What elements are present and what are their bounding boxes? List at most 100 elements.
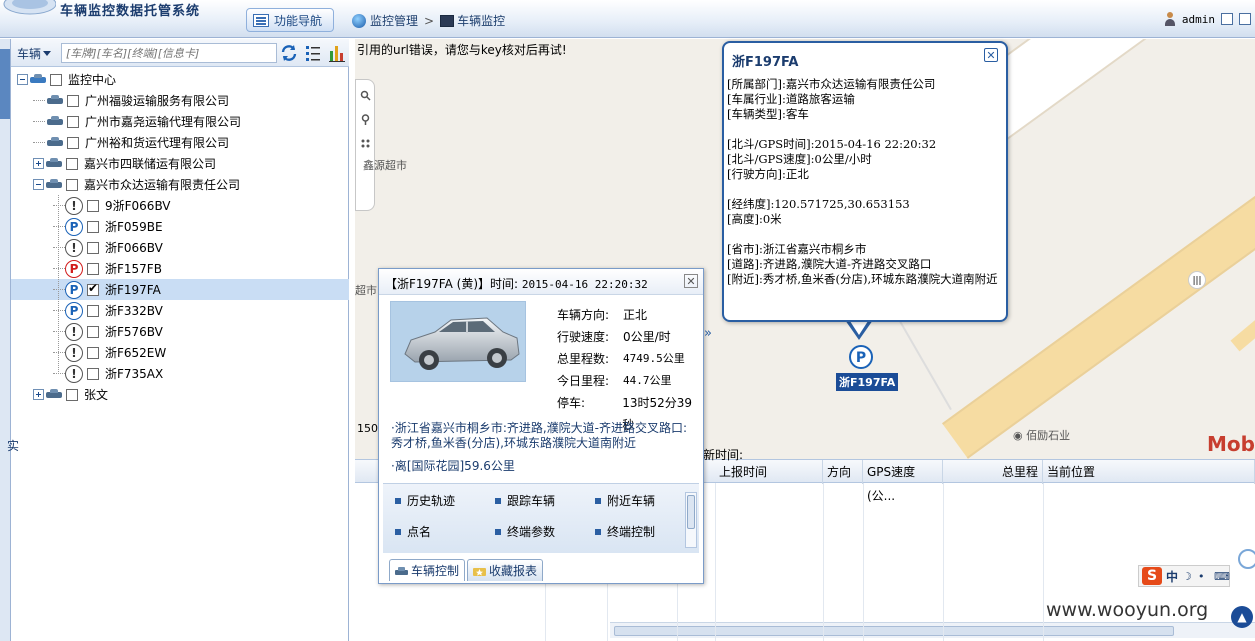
tree-checkbox[interactable] bbox=[66, 388, 78, 401]
tree-checkbox[interactable] bbox=[87, 220, 99, 233]
tree-node-label: 广州市嘉尧运输代理有限公司 bbox=[85, 115, 242, 129]
tree-checkbox[interactable] bbox=[87, 346, 99, 359]
tree-node-vehicle[interactable]: ! 浙F066BV bbox=[11, 237, 349, 258]
app-title: 车辆监控数据托管系统 bbox=[60, 4, 201, 19]
grid-column-header[interactable]: 总里程 bbox=[943, 460, 1043, 484]
tree-node-vehicle[interactable]: P 浙F059BE bbox=[11, 216, 349, 237]
map-toolbar bbox=[355, 79, 375, 211]
tree-node-label: 浙F735AX bbox=[105, 367, 164, 381]
tree-checkbox[interactable] bbox=[67, 94, 79, 107]
breadcrumb-item-vehicle-monitor[interactable]: 车辆监控 bbox=[457, 12, 505, 29]
chevron-right-icon[interactable]: » bbox=[704, 326, 712, 341]
tree-checkbox[interactable] bbox=[50, 73, 62, 86]
tab-vehicle-control[interactable]: 车辆控制 bbox=[389, 559, 466, 581]
tree-checkbox[interactable] bbox=[87, 241, 99, 254]
moon-icon[interactable]: ☽ bbox=[1182, 570, 1194, 583]
location-pin-icon[interactable] bbox=[360, 114, 371, 125]
tree-checkbox[interactable] bbox=[66, 178, 78, 191]
map-poi-icon[interactable]: ǀǀǀ bbox=[1188, 271, 1206, 289]
breadcrumb-item-monitor-management[interactable]: 监控管理 bbox=[370, 12, 418, 29]
expand-toggle-icon[interactable] bbox=[33, 389, 44, 400]
tree-node-company[interactable]: 广州福骏运输服务有限公司 bbox=[11, 90, 349, 111]
window-maximize-button[interactable] bbox=[1239, 13, 1251, 25]
tree-checkbox[interactable] bbox=[87, 199, 99, 212]
tree-checkbox[interactable] bbox=[87, 367, 99, 380]
action-link[interactable]: 历史轨迹 bbox=[395, 492, 455, 509]
tree-node-vehicle[interactable]: P 浙F157FB bbox=[11, 258, 349, 279]
tree-checkbox[interactable] bbox=[66, 157, 78, 170]
info-line: [附近]:秀才桥,鱼米香(分店),环城东路濮院大道南附近 bbox=[727, 272, 998, 286]
list-view-icon[interactable] bbox=[303, 43, 323, 63]
expand-toggle-icon[interactable] bbox=[33, 158, 44, 169]
grid-column-header[interactable]: 当前位置 bbox=[1043, 460, 1255, 484]
tree-node-company[interactable]: 张文 bbox=[11, 384, 349, 405]
tree-node-vehicle[interactable]: ! 浙F652EW bbox=[11, 342, 349, 363]
keyboard-icon[interactable]: ⌨ bbox=[1214, 570, 1230, 583]
zoom-search-icon[interactable] bbox=[360, 90, 371, 101]
action-panel-scrollbar[interactable] bbox=[685, 492, 697, 548]
tree-node-company[interactable]: 广州裕和货运代理有限公司 bbox=[11, 132, 349, 153]
action-link[interactable]: 附近车辆 bbox=[595, 492, 655, 509]
grid-dots-icon[interactable] bbox=[360, 138, 371, 149]
scroll-top-ring-icon[interactable] bbox=[1238, 549, 1255, 569]
refresh-icon[interactable] bbox=[279, 43, 299, 63]
breadcrumb-separator-icon: > bbox=[424, 13, 435, 28]
breadcrumb: 监控管理 > 车辆监控 bbox=[352, 12, 505, 29]
tree-checkbox[interactable] bbox=[87, 262, 99, 275]
tree-node-vehicle[interactable]: P 浙F197FA bbox=[11, 279, 349, 300]
scrollbar-thumb[interactable] bbox=[687, 495, 695, 529]
close-icon[interactable]: ✕ bbox=[984, 48, 998, 62]
vehicle-marker-label[interactable]: 浙F197FA bbox=[836, 373, 899, 391]
username[interactable]: admin bbox=[1182, 13, 1215, 26]
search-input[interactable] bbox=[61, 43, 277, 63]
action-link[interactable]: 点名 bbox=[395, 523, 431, 540]
collapse-toggle-icon[interactable] bbox=[33, 179, 44, 190]
stat-key: 行驶速度: bbox=[557, 330, 610, 344]
grid-column-divider bbox=[943, 483, 944, 641]
tree-checkbox[interactable] bbox=[87, 304, 99, 317]
stat-row: 行驶速度: 0公里/时 bbox=[557, 326, 703, 348]
function-nav-tab[interactable]: 功能导航 bbox=[246, 8, 334, 32]
search-type-select[interactable]: 车辆 bbox=[17, 44, 67, 62]
car-photo-image bbox=[390, 301, 526, 382]
grid-column-header[interactable]: 方向 bbox=[823, 460, 863, 484]
ime-language[interactable]: 中 bbox=[1166, 568, 1178, 585]
grid-column-header[interactable]: 上报时间 bbox=[715, 460, 823, 484]
tree-node-vehicle[interactable]: P 浙F332BV bbox=[11, 300, 349, 321]
tab-favorite-reports[interactable]: 收藏报表 bbox=[467, 559, 544, 581]
close-icon[interactable]: ✕ bbox=[684, 274, 698, 288]
stat-key: 车辆方向: bbox=[557, 308, 610, 322]
grid-column-header[interactable]: GPS速度(公... bbox=[863, 460, 943, 503]
tree-node-vehicle[interactable]: ! 9浙F066BV bbox=[11, 195, 349, 216]
company-vehicle-icon bbox=[47, 95, 63, 106]
tree-node-company[interactable]: 嘉兴市众达运输有限责任公司 bbox=[11, 174, 349, 195]
tree-checkbox[interactable] bbox=[67, 136, 79, 149]
vertical-tab-active[interactable] bbox=[0, 49, 10, 119]
tree-node-vehicle[interactable]: ! 浙F735AX bbox=[11, 363, 349, 384]
window-restore-button[interactable] bbox=[1221, 13, 1233, 25]
info-line: [经纬度]:120.571725,30.653153 bbox=[727, 197, 910, 211]
vehicle-marker-icon[interactable]: P bbox=[848, 344, 874, 370]
action-link[interactable]: 终端控制 bbox=[595, 523, 655, 540]
parked-red-status-icon: P bbox=[65, 259, 83, 278]
tree-checkbox[interactable] bbox=[87, 281, 99, 296]
tree-node-company[interactable]: 广州市嘉尧运输代理有限公司 bbox=[11, 111, 349, 132]
action-link[interactable]: 跟踪车辆 bbox=[495, 492, 555, 509]
tree-checkbox[interactable] bbox=[67, 115, 79, 128]
info-line: [北斗/GPS时间]:2015-04-16 22:20:32 bbox=[727, 137, 937, 151]
tree-node-company[interactable]: 嘉兴市四联储运有限公司 bbox=[11, 153, 349, 174]
stat-row: 车辆方向: 正北 bbox=[557, 304, 703, 326]
collapse-toggle-icon[interactable] bbox=[17, 74, 28, 85]
tree-node-vehicle[interactable]: ! 浙F576BV bbox=[11, 321, 349, 342]
tree-node-root[interactable]: 监控中心 bbox=[11, 69, 349, 90]
punctuation-icon[interactable]: • bbox=[1198, 570, 1210, 583]
scrollbar-thumb[interactable] bbox=[614, 626, 1174, 636]
back-to-top-icon[interactable]: ▲ bbox=[1231, 606, 1253, 628]
grid-tab-realtime[interactable]: 实 bbox=[7, 437, 19, 454]
action-link[interactable]: 终端参数 bbox=[495, 523, 555, 540]
tree-checkbox[interactable] bbox=[87, 325, 99, 338]
grid-horizontal-scrollbar[interactable] bbox=[610, 622, 1255, 638]
ime-logo-icon[interactable]: S bbox=[1142, 567, 1162, 585]
bar-chart-icon[interactable] bbox=[327, 43, 347, 63]
info-line: [高度]:0米 bbox=[727, 212, 782, 226]
